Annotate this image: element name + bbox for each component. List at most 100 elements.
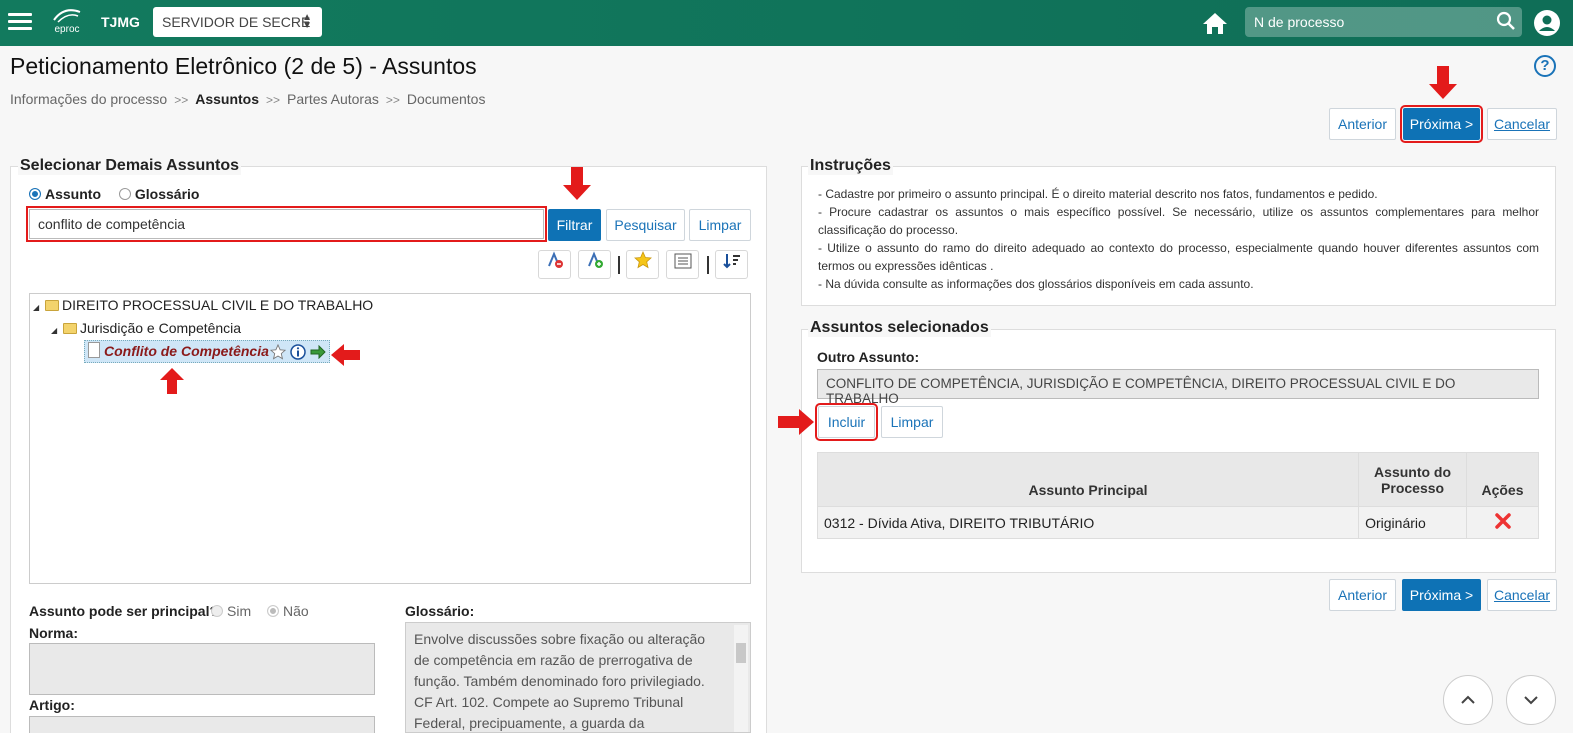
chevron-up-icon: [1461, 695, 1475, 704]
server-select-value: SERVIDOR DE SECRE: [162, 14, 311, 30]
instruction-line: - Utilize o assunto do ramo do direito a…: [818, 241, 1539, 273]
instructions-legend: Instruções: [808, 157, 893, 175]
tree-node-leaf-label[interactable]: Conflito de Competência: [104, 343, 269, 359]
selected-subjects-legend: Assuntos selecionados: [808, 319, 991, 337]
tree-node-child[interactable]: ◢ Jurisdição e Competência: [51, 320, 241, 336]
cell-acoes: [1466, 506, 1539, 539]
cancelar-button-top[interactable]: Cancelar: [1487, 108, 1557, 140]
process-search-input[interactable]: N de processo: [1245, 7, 1522, 37]
limpar-search-button[interactable]: Limpar: [689, 209, 751, 241]
norma-label: Norma:: [29, 625, 79, 641]
glossario-textarea[interactable]: Envolve discussões sobre fixação ou alte…: [405, 622, 751, 733]
subject-tree: [29, 293, 751, 584]
breadcrumb-sep: >>: [266, 93, 281, 107]
artigo-field: [29, 716, 375, 733]
filtrar-button[interactable]: Filtrar: [548, 209, 601, 241]
col-acoes: Ações: [1466, 452, 1539, 507]
anterior-button-top[interactable]: Anterior: [1329, 108, 1396, 140]
select-subjects-legend: Selecionar Demais Assuntos: [18, 157, 242, 175]
proxima-button-top[interactable]: Próxima >: [1400, 105, 1483, 143]
search-icon[interactable]: [1496, 11, 1516, 31]
outro-assunto-label: Outro Assunto:: [817, 349, 920, 365]
tree-collapse-icon[interactable]: ◢: [51, 326, 63, 335]
breadcrumb-item-current: Assuntos: [195, 91, 260, 107]
col-assunto-processo: Assunto do Processo: [1358, 452, 1468, 507]
breadcrumb-sep: >>: [174, 93, 189, 107]
instructions-panel: - Cadastre por primeiro o assunto princi…: [801, 166, 1556, 306]
glossario-scrollbar[interactable]: [734, 625, 748, 732]
scroll-down-button[interactable]: [1506, 675, 1556, 725]
red-arrow-down-icon: [563, 167, 591, 200]
tree-node-child-label[interactable]: Jurisdição e Competência: [80, 320, 241, 336]
principal-question-text: Assunto pode ser principal?: [29, 603, 219, 619]
select-caret-icon: ▲ ▼: [302, 12, 312, 31]
help-icon[interactable]: ?: [1534, 55, 1556, 77]
list-view-icon[interactable]: [666, 250, 699, 279]
user-avatar-icon[interactable]: [1534, 10, 1560, 36]
cell-tipo: Originário: [1358, 506, 1468, 539]
breadcrumb-item: Informações do processo: [10, 91, 168, 107]
radio-nao-label: Não: [283, 603, 309, 619]
toolbar-divider: [618, 256, 620, 274]
norma-field: [29, 643, 375, 695]
radio-assunto[interactable]: Assunto: [29, 186, 101, 202]
brand-label: TJMG: [101, 14, 140, 30]
instruction-line: - Na dúvida consulte as informações dos …: [818, 277, 1254, 291]
glossario-text: Envolve discussões sobre fixação ou alte…: [414, 631, 706, 731]
pesquisar-button[interactable]: Pesquisar: [606, 209, 685, 241]
server-select[interactable]: SERVIDOR DE SECRE ▲ ▼: [153, 7, 322, 37]
folder-icon: [45, 300, 59, 311]
radio-assunto-icon[interactable]: [29, 188, 41, 200]
proxima-button-bottom[interactable]: Próxima >: [1402, 579, 1481, 611]
radio-glossario-icon[interactable]: [118, 188, 131, 200]
tree-node-root[interactable]: ◢ DIREITO PROCESSUAL CIVIL E DO TRABALHO: [33, 297, 373, 313]
menu-icon[interactable]: [8, 13, 32, 31]
table-row: 0312 - Dívida Ativa, DIREITO TRIBUTÁRIO …: [816, 506, 1539, 539]
scrollbar-thumb[interactable]: [736, 643, 746, 663]
radio-nao-icon: [267, 605, 280, 617]
cell-assunto: 0312 - Dívida Ativa, DIREITO TRIBUTÁRIO: [816, 506, 1360, 539]
breadcrumb-item: Partes Autoras: [287, 91, 379, 107]
red-arrow-right-icon: [778, 409, 814, 435]
subject-search-input[interactable]: conflito de competência: [26, 206, 547, 242]
principal-radios: Sim Não: [211, 603, 309, 619]
eproc-logo[interactable]: eproc: [50, 8, 84, 38]
principal-question-label: Assunto pode ser principal?: [29, 603, 218, 619]
tree-node-root-label[interactable]: DIREITO PROCESSUAL CIVIL E DO TRABALHO: [62, 297, 373, 313]
radio-sim-label: Sim: [227, 603, 252, 619]
anterior-button-bottom[interactable]: Anterior: [1329, 579, 1396, 611]
radio-assunto-label: Assunto: [45, 186, 101, 202]
collapse-tree-icon[interactable]: [538, 250, 571, 279]
sort-order-icon[interactable]: [715, 250, 748, 279]
cancelar-button-bottom[interactable]: Cancelar: [1487, 579, 1557, 611]
toolbar-divider: [707, 256, 709, 274]
favorites-star-icon[interactable]: [626, 250, 659, 279]
radio-glossario[interactable]: Glossário: [118, 186, 200, 202]
expand-tree-icon[interactable]: [578, 250, 611, 279]
red-arrow-left-icon: [331, 344, 360, 366]
delete-x-icon[interactable]: [1494, 513, 1511, 529]
table-header-row: Assunto Principal Assunto do Processo Aç…: [816, 452, 1539, 507]
home-icon[interactable]: [1202, 11, 1228, 35]
scroll-up-button[interactable]: [1443, 675, 1493, 725]
add-subject-arrow-icon[interactable]: [310, 345, 326, 359]
glossario-label: Glossário:: [405, 603, 475, 619]
tree-collapse-icon[interactable]: ◢: [33, 303, 45, 312]
breadcrumb: Informações do processo >> Assuntos >> Parte…: [10, 91, 485, 107]
page-title: Peticionamento Eletrônico (2 de 5) - Ass…: [10, 53, 477, 79]
artigo-label: Artigo:: [29, 697, 75, 713]
limpar-selected-button[interactable]: Limpar: [881, 406, 943, 438]
red-arrow-down-icon: [1429, 66, 1457, 99]
selected-subjects-table: Assunto Principal Assunto do Processo Aç…: [816, 452, 1539, 539]
incluir-button[interactable]: Incluir: [815, 403, 878, 441]
folder-icon: [63, 323, 77, 334]
outro-assunto-field: CONFLITO DE COMPETÊNCIA, JURISDIÇÃO E CO…: [817, 369, 1539, 406]
favorite-star-outline-icon[interactable]: [270, 344, 286, 360]
document-icon: [88, 342, 100, 358]
info-icon[interactable]: [290, 344, 306, 360]
chevron-down-icon: [1524, 696, 1538, 705]
radio-glossario-label: Glossário: [134, 186, 200, 202]
radio-sim-icon: [211, 605, 223, 617]
instruction-line: - Cadastre por primeiro o assunto princi…: [818, 187, 1378, 201]
red-arrow-up-icon: [160, 368, 184, 394]
